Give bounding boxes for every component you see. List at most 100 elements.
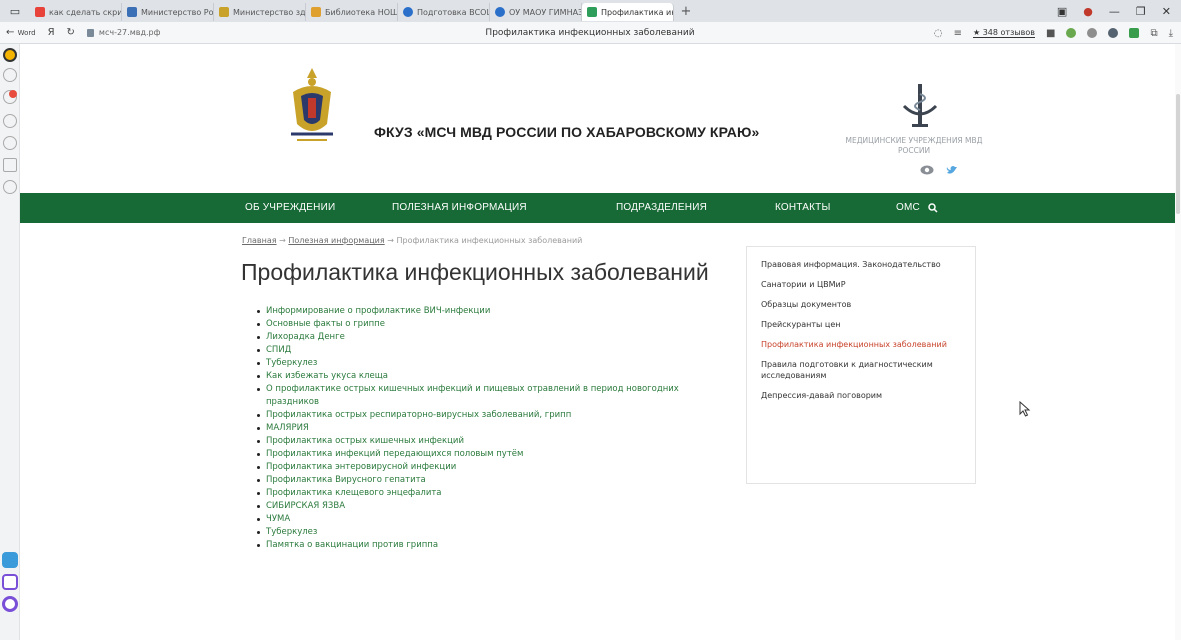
sidebar-item-infection-prevention[interactable]: Профилактика инфекционных заболеваний — [761, 339, 961, 350]
tab-3[interactable]: Библиотека НОШ — — [306, 3, 398, 21]
list-item-link[interactable]: СИБИРСКАЯ ЯЗВА — [257, 500, 727, 513]
list-item-link[interactable]: Профилактика энтеровирусной инфекции — [257, 461, 727, 474]
list-item-link[interactable]: Основные факты о гриппе — [257, 318, 727, 331]
list-item-link[interactable]: О профилактике острых кишечных инфекций … — [257, 383, 727, 409]
sidebar-item-sanatoriums[interactable]: Санатории и ЦВМиР — [761, 279, 961, 290]
list-item-link[interactable]: Туберкулез — [257, 526, 727, 539]
list-item-link[interactable]: Профилактика клещевого энцефалита — [257, 487, 727, 500]
tab-5[interactable]: ОУ МАОУ ГИМНАЗИ — [490, 3, 582, 21]
nav-departments[interactable]: ПОДРАЗДЕЛЕНИЯ — [616, 193, 707, 223]
twitter-icon[interactable] — [946, 165, 958, 175]
close-window-icon[interactable]: ✕ — [1162, 5, 1171, 18]
list-item-link[interactable]: Профилактика инфекций передающихся полов… — [257, 448, 727, 461]
social-links — [920, 165, 958, 175]
list-item-link[interactable]: Профилактика острых респираторно-вирусны… — [257, 409, 727, 422]
tab-favicon-icon — [495, 7, 505, 17]
bookmark-icon[interactable]: ■ — [1046, 28, 1055, 39]
main-navigation: ОБ УЧРЕЖДЕНИИ ПОЛЕЗНАЯ ИНФОРМАЦИЯ ПОДРАЗ… — [20, 193, 1181, 223]
tab-4[interactable]: Подготовка ВСОШ 5 — [398, 3, 490, 21]
alice-app-icon[interactable] — [2, 574, 18, 590]
badge-icon — [9, 90, 17, 98]
breadcrumb-section-link[interactable]: Полезная информация — [288, 236, 384, 245]
list-item-link[interactable]: СПИД — [257, 344, 727, 357]
yandex-button[interactable]: Я — [42, 27, 61, 38]
reading-list-icon[interactable] — [3, 68, 17, 82]
new-tab-button[interactable]: + — [674, 4, 698, 19]
tab-6-active[interactable]: Профилактика ин× — [582, 3, 674, 21]
list-item-link[interactable]: МАЛЯРИЯ — [257, 422, 727, 435]
extension-green-icon[interactable] — [1066, 28, 1077, 38]
list-item-link[interactable]: ЧУМА — [257, 513, 727, 526]
url-field[interactable]: мсч-27.мвд.рф — [86, 28, 237, 37]
list-item-link[interactable]: Туберкулез — [257, 357, 727, 370]
breadcrumb-home-link[interactable]: Главная — [242, 236, 277, 245]
list-item-link[interactable]: Профилактика Вирусного гепатита — [257, 474, 727, 487]
browser-side-panel — [0, 44, 20, 640]
breadcrumb-current: Профилактика инфекционных заболеваний — [396, 236, 583, 245]
tab-1[interactable]: Министерство Росс — [122, 3, 214, 21]
tab-favicon-icon — [403, 7, 413, 17]
page-title: Профилактика инфекционных заболеваний — [241, 259, 709, 285]
list-item-link[interactable]: Лихорадка Денге — [257, 331, 727, 344]
restore-icon[interactable]: ❐ — [1136, 5, 1146, 18]
address-page-title: Профилактика инфекционных заболеваний — [485, 27, 695, 38]
extension-gray-icon[interactable] — [1087, 28, 1098, 38]
back-button[interactable]: ← Word — [0, 27, 42, 38]
collections-panel-icon[interactable] — [3, 158, 17, 172]
tab-2[interactable]: Министерство здра — [214, 3, 306, 21]
scrollbar-thumb[interactable] — [1176, 94, 1180, 214]
nav-useful-info[interactable]: ПОЛЕЗНАЯ ИНФОРМАЦИЯ — [392, 193, 527, 223]
search-icon[interactable] — [928, 203, 938, 213]
reviews-link[interactable]: ★ 348 отзывов — [973, 28, 1035, 38]
tab-favicon-icon — [219, 7, 229, 17]
nav-oms[interactable]: ОМС — [896, 193, 920, 223]
lock-icon — [86, 28, 94, 37]
nav-about[interactable]: ОБ УЧРЕЖДЕНИИ — [245, 193, 335, 223]
breadcrumb: Главная → Полезная информация → Профилак… — [242, 236, 583, 245]
mouse-cursor-icon — [1019, 401, 1031, 417]
tab-0[interactable]: как сделать скрин у× — [30, 3, 122, 21]
reload-button[interactable]: ↻ — [61, 27, 81, 38]
eye-icon[interactable] — [920, 165, 934, 175]
list-item-link[interactable]: Памятка о вакцинации против гриппа — [257, 539, 727, 552]
sidebar-item-legal-info[interactable]: Правовая информация. Законодательство — [761, 259, 961, 270]
messenger-app-icon[interactable] — [2, 552, 18, 568]
shield-icon[interactable] — [1129, 28, 1140, 38]
organization-title: ФКУЗ «МСЧ МВД РОССИИ ПО ХАБАРОВСКОМУ КРА… — [374, 124, 760, 140]
minimize-icon[interactable]: — — [1109, 5, 1120, 18]
sidebar-item-diagnostics-rules[interactable]: Правила подготовки к диагностическим исс… — [761, 359, 961, 381]
extension-dark-icon[interactable] — [1108, 28, 1119, 38]
extensions-icon[interactable]: ⧉ — [1150, 28, 1157, 39]
sidebar-toggle-icon[interactable]: ▭ — [0, 5, 30, 18]
history-icon[interactable] — [3, 114, 17, 128]
list-item-link[interactable]: Как избежать укуса клеща — [257, 370, 727, 383]
list-item-link[interactable]: Профилактика острых кишечных инфекций — [257, 435, 727, 448]
nav-contacts[interactable]: КОНТАКТЫ — [775, 193, 831, 223]
address-bar: ← Word Я ↻ мсч-27.мвд.рф Профилактика ин… — [0, 22, 1181, 44]
reader-mode-icon[interactable]: ◌ — [934, 28, 943, 39]
settings-icon[interactable] — [3, 180, 17, 194]
sidebar-item-depression[interactable]: Депрессия-давай поговорим — [761, 390, 961, 401]
profile-icon[interactable] — [3, 48, 17, 62]
sidebar-item-price-lists[interactable]: Прейскуранты цен — [761, 319, 961, 330]
notifications-icon[interactable]: ● — [1083, 5, 1093, 18]
collections-icon[interactable]: ▣ — [1057, 5, 1067, 18]
articles-list: Информирование о профилактике ВИЧ-инфекц… — [257, 305, 727, 552]
menu-lines-icon[interactable]: ≡ — [954, 28, 962, 39]
section-sidebar-menu: Правовая информация. Законодательство Са… — [746, 246, 976, 484]
page-scrollbar[interactable] — [1175, 44, 1181, 640]
site-header — [20, 44, 1181, 192]
tab-favicon-icon — [587, 7, 597, 17]
assistant-app-icon[interactable] — [2, 596, 18, 612]
tab-favicon-icon — [311, 7, 321, 17]
tab-favicon-icon — [127, 7, 137, 17]
medical-caption: МЕДИЦИНСКИЕ УЧРЕЖДЕНИЯ МВД РОССИИ — [845, 136, 983, 155]
mvd-emblem-icon — [291, 68, 333, 141]
medical-logo-icon — [902, 84, 938, 127]
browser-tab-bar: ▭ как сделать скрин у× Министерство Росс… — [0, 0, 1181, 22]
favorites-star-icon[interactable] — [3, 136, 17, 150]
tab-favicon-icon — [35, 7, 45, 17]
download-icon[interactable]: ⤓ — [1169, 28, 1173, 39]
list-item-link[interactable]: Информирование о профилактике ВИЧ-инфекц… — [257, 305, 727, 318]
sidebar-item-document-samples[interactable]: Образцы документов — [761, 299, 961, 310]
